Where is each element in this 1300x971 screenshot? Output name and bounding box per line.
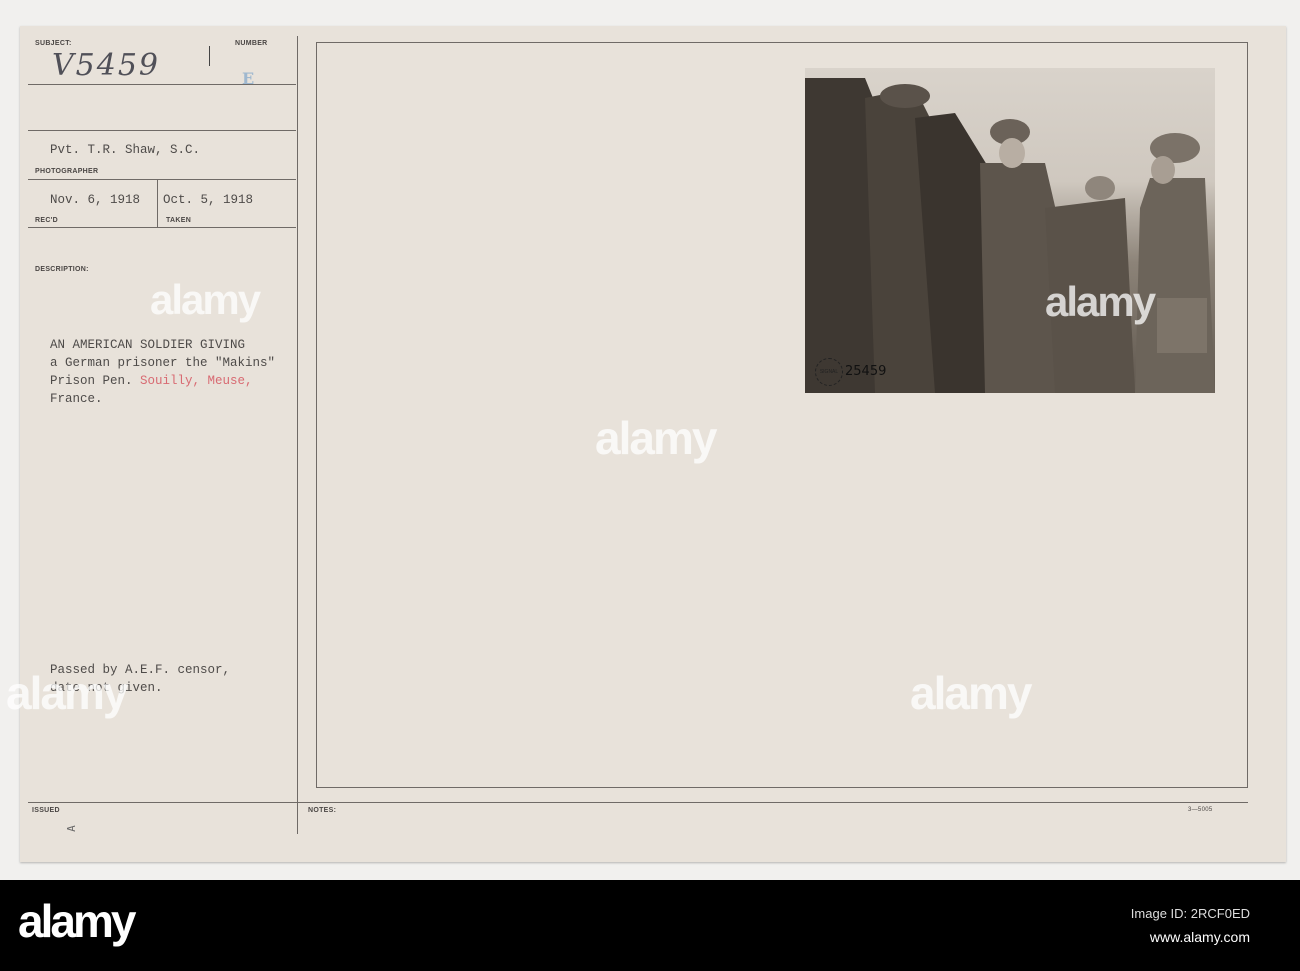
issued-label: ISSUED bbox=[32, 807, 60, 814]
issued-mark: A bbox=[64, 825, 78, 832]
description-line: AN AMERICAN SOLDIER GIVING bbox=[50, 338, 246, 352]
number-stamp: E bbox=[242, 69, 255, 88]
description-line: a German prisoner the "Makins" bbox=[50, 356, 276, 370]
description-location: Souilly, Meuse, bbox=[140, 374, 253, 388]
watermark: alamy bbox=[1045, 278, 1156, 325]
divider bbox=[28, 84, 296, 85]
description-line-text: Prison Pen. bbox=[50, 374, 133, 388]
watermark: alamy bbox=[595, 412, 717, 464]
notes-label: NOTES: bbox=[308, 807, 337, 814]
watermark: alamy bbox=[6, 667, 128, 719]
description-line: France. bbox=[50, 392, 103, 406]
divider bbox=[28, 130, 296, 131]
footer-bar: alamy Image ID: 2RCF0ED www.alamy.com bbox=[0, 880, 1300, 971]
watermark: alamy bbox=[910, 667, 1032, 719]
photo-number: 25459 bbox=[845, 364, 887, 379]
subject-number: V5459 bbox=[52, 48, 161, 83]
photographer-label: PHOTOGRAPHER bbox=[35, 168, 99, 175]
divider bbox=[209, 46, 210, 66]
site-url[interactable]: www.alamy.com bbox=[1150, 929, 1250, 945]
column-divider bbox=[297, 36, 298, 834]
number-label: NUMBER bbox=[235, 40, 268, 47]
divider bbox=[28, 179, 296, 180]
divider bbox=[28, 227, 296, 228]
photograph: SIGNAL CORPS U.S.A. 25459 alamy bbox=[805, 68, 1215, 393]
archive-card: SUBJECT: NUMBER V5459 E Pvt. T.R. Shaw, … bbox=[6, 26, 1286, 862]
divider bbox=[157, 179, 158, 227]
photographer-name: Pvt. T.R. Shaw, S.C. bbox=[50, 143, 201, 157]
form-number: 3—5005 bbox=[1188, 807, 1213, 813]
taken-date: Oct. 5, 1918 bbox=[163, 193, 254, 207]
recd-label: REC'D bbox=[35, 217, 58, 224]
signal-corps-stamp: SIGNAL CORPS U.S.A. bbox=[815, 358, 843, 386]
photo-scene bbox=[805, 78, 1215, 393]
description-line: Prison Pen. Souilly, Meuse, bbox=[50, 372, 253, 390]
watermark: alamy bbox=[150, 276, 261, 323]
divider bbox=[28, 802, 1248, 803]
description-label: DESCRIPTION: bbox=[35, 266, 89, 273]
taken-label: TAKEN bbox=[166, 217, 192, 224]
image-id: Image ID: 2RCF0ED bbox=[1130, 906, 1250, 921]
received-date: Nov. 6, 1918 bbox=[50, 193, 141, 207]
alamy-logo: alamy bbox=[18, 895, 136, 947]
subject-label: SUBJECT: bbox=[35, 40, 72, 47]
